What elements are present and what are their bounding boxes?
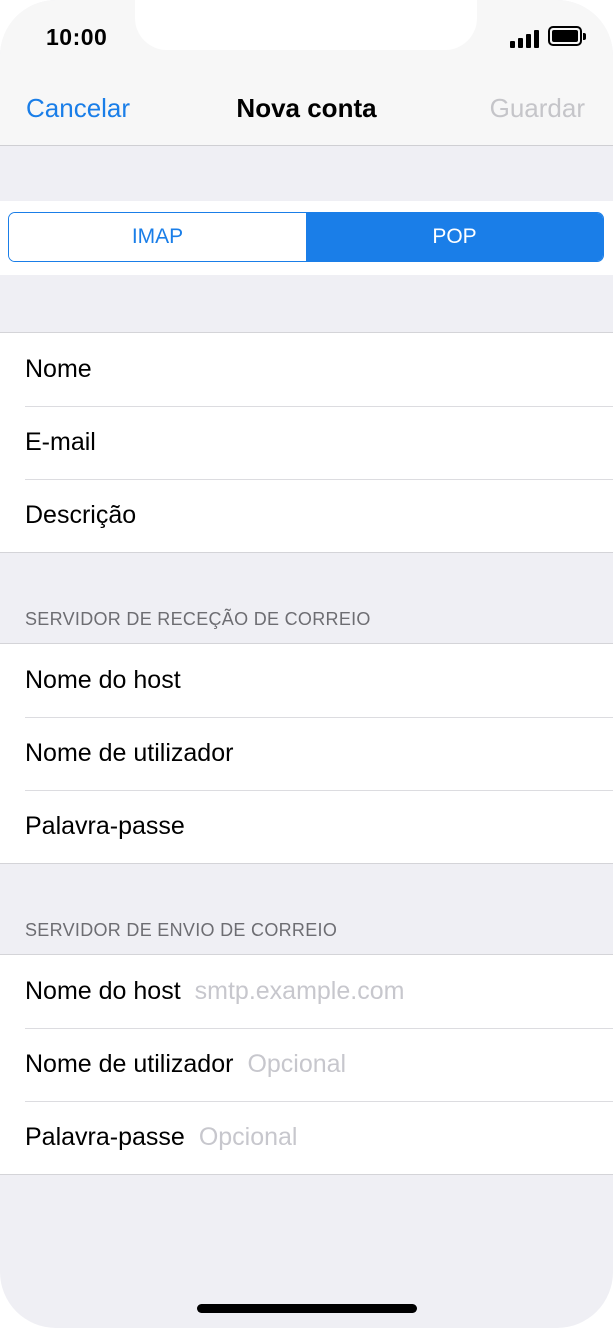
cellular-signal-icon: [510, 28, 544, 48]
outgoing-password-field[interactable]: Palavra-passe Opcional: [0, 1101, 613, 1174]
save-button[interactable]: Guardar: [490, 93, 585, 124]
name-field[interactable]: Nome: [0, 333, 613, 406]
outgoing-username-label: Nome de utilizador: [25, 1050, 234, 1078]
incoming-hostname-label: Nome do host: [25, 666, 181, 694]
phone-screen: 10:00 Cancelar Nova conta Guardar IMAP P…: [0, 0, 613, 1328]
outgoing-hostname-field[interactable]: Nome do host smtp.example.com: [0, 955, 613, 1028]
incoming-password-field[interactable]: Palavra-passe: [0, 790, 613, 863]
email-field[interactable]: E-mail: [0, 406, 613, 479]
account-type-segmented-control: IMAP POP: [8, 212, 604, 262]
description-label: Descrição: [25, 501, 137, 529]
segment-imap[interactable]: IMAP: [9, 213, 306, 261]
segment-pop[interactable]: POP: [306, 213, 603, 261]
outgoing-hostname-label: Nome do host: [25, 977, 181, 1005]
incoming-password-label: Palavra-passe: [25, 812, 185, 840]
device-notch: [135, 0, 477, 50]
account-info-group: Nome E-mail Descrição: [0, 332, 613, 553]
status-time: 10:00: [46, 24, 108, 50]
incoming-server-group: Nome do host Nome de utilizador Palavra-…: [0, 643, 613, 864]
outgoing-server-group: Nome do host smtp.example.com Nome de ut…: [0, 954, 613, 1175]
description-field[interactable]: Descrição: [0, 479, 613, 552]
name-label: Nome: [25, 355, 92, 383]
navigation-header: 10:00 Cancelar Nova conta Guardar: [0, 0, 613, 146]
outgoing-username-placeholder: Opcional: [247, 1050, 347, 1078]
home-indicator[interactable]: [197, 1304, 417, 1313]
email-label: E-mail: [25, 428, 96, 456]
incoming-username-label: Nome de utilizador: [25, 739, 234, 767]
outgoing-hostname-placeholder: smtp.example.com: [194, 977, 405, 1005]
outgoing-username-field[interactable]: Nome de utilizador Opcional: [0, 1028, 613, 1101]
outgoing-password-label: Palavra-passe: [25, 1123, 185, 1151]
outgoing-server-header: SERVIDOR DE ENVIO DE CORREIO: [25, 920, 338, 940]
battery-icon: [548, 26, 586, 46]
incoming-username-field[interactable]: Nome de utilizador: [0, 717, 613, 790]
incoming-server-header: SERVIDOR DE RECEÇÃO DE CORREIO: [25, 609, 371, 629]
incoming-hostname-field[interactable]: Nome do host: [0, 644, 613, 717]
outgoing-password-placeholder: Opcional: [198, 1123, 298, 1151]
